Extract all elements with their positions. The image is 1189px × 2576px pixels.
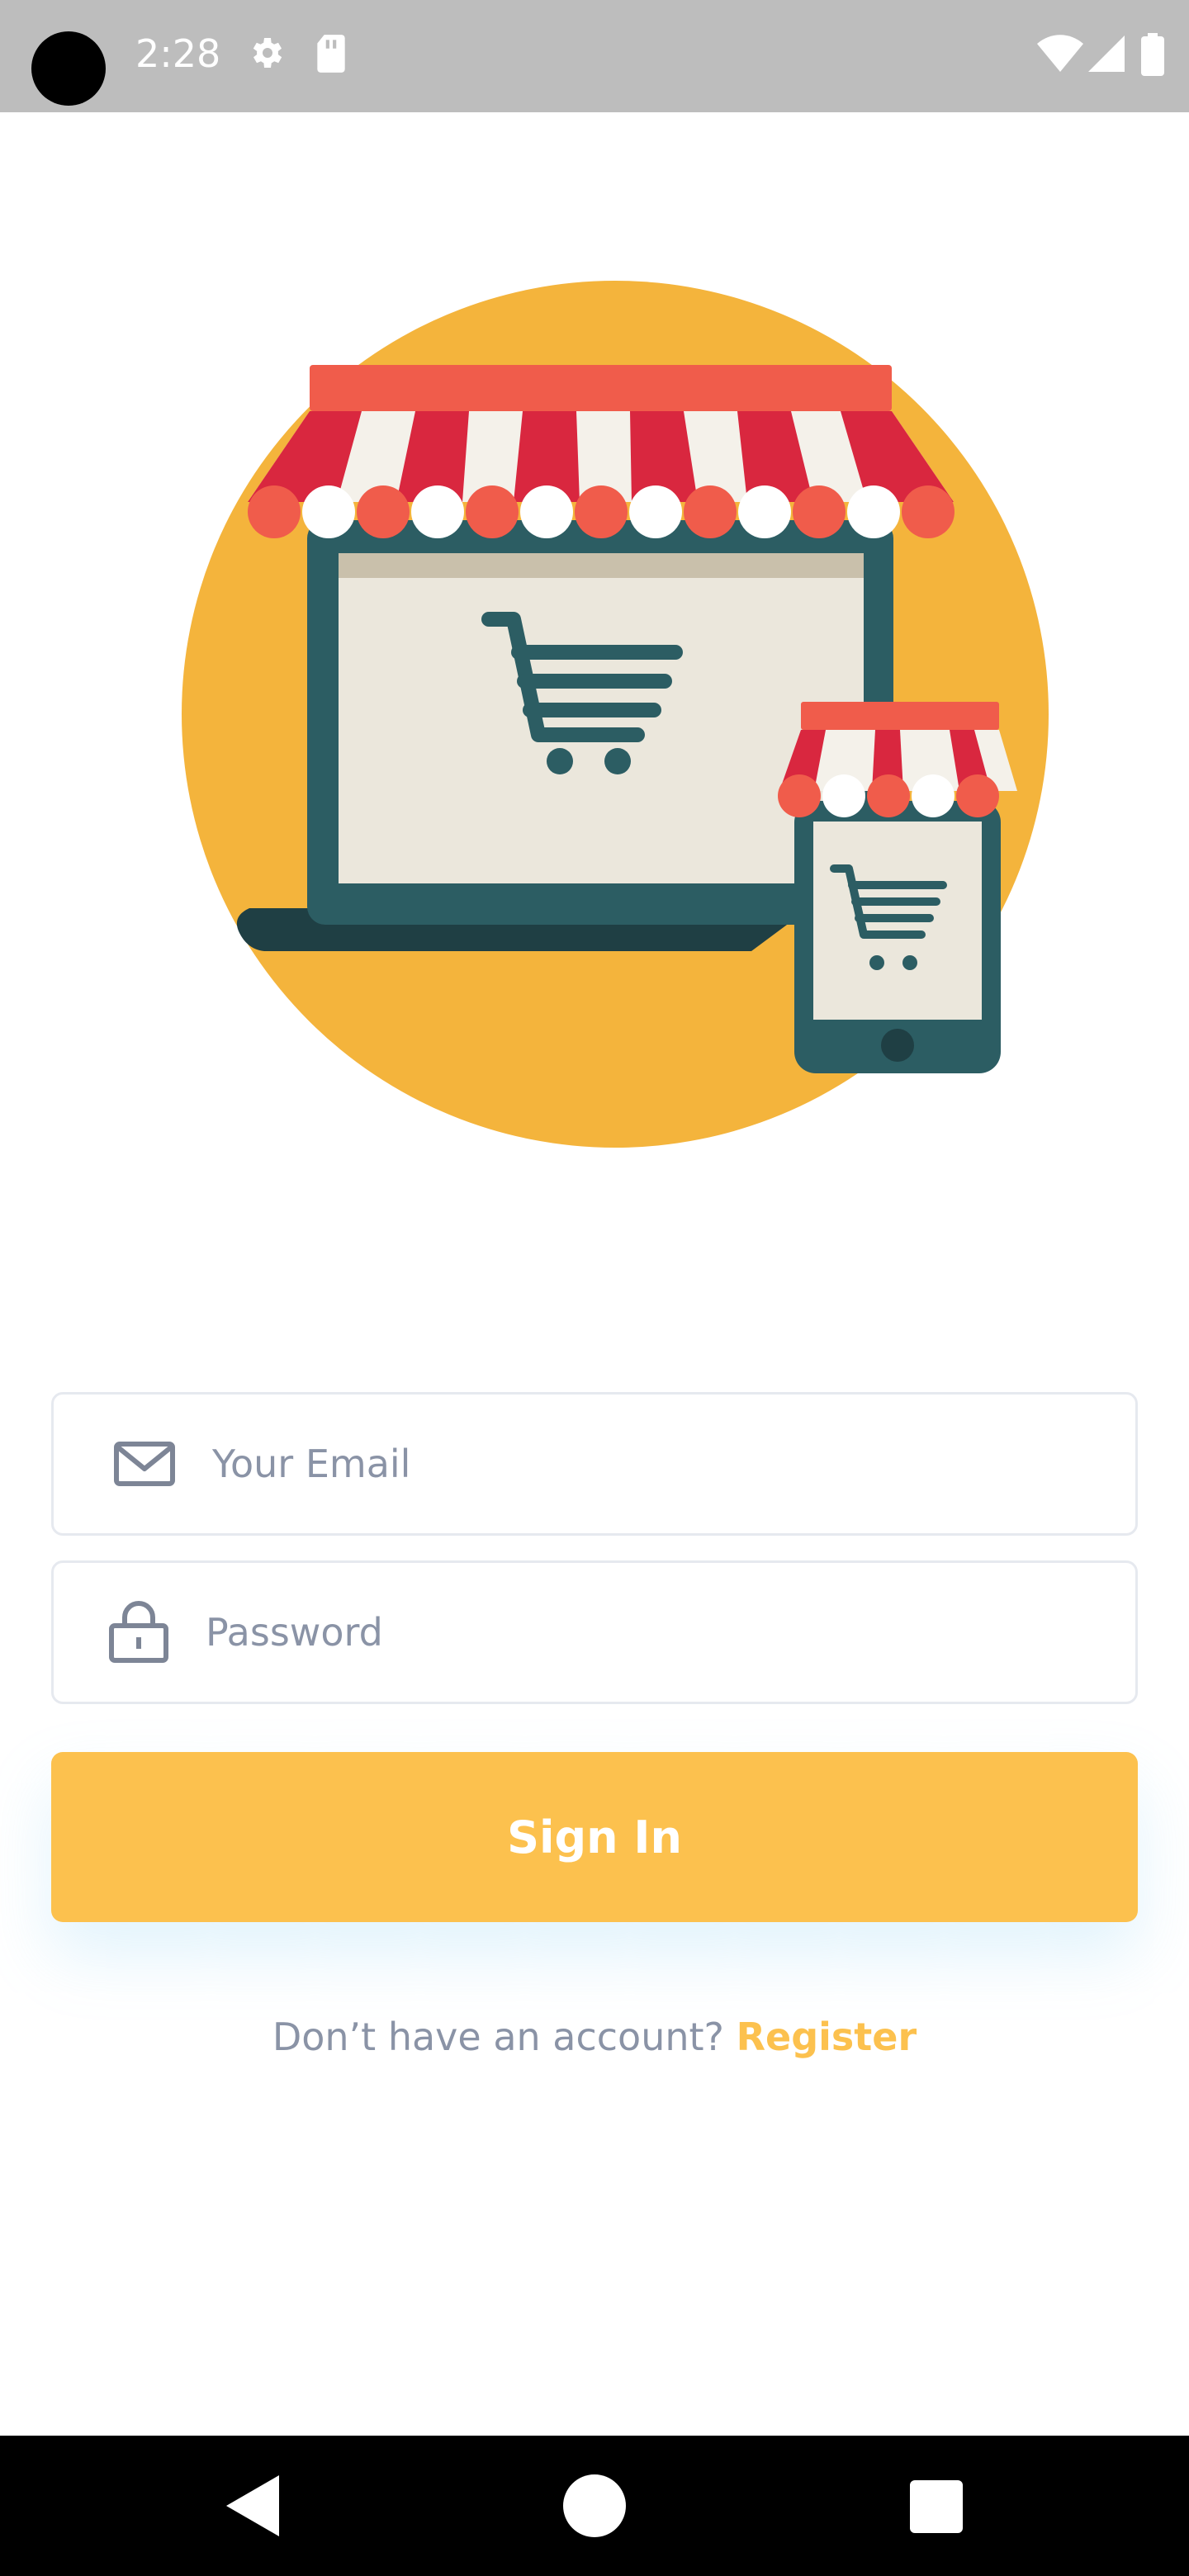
password-field[interactable]: [51, 1560, 1138, 1704]
back-icon[interactable]: [220, 2469, 286, 2546]
register-prompt-text: Don’t have an account?: [272, 2015, 724, 2059]
sd-card-icon: [314, 33, 348, 78]
register-prompt: Don’t have an account? Register: [0, 2015, 1189, 2059]
online-shop-illustration-icon: [182, 281, 1049, 1148]
register-link[interactable]: Register: [737, 2015, 917, 2059]
home-icon[interactable]: [561, 2469, 628, 2546]
camera-cutout: [31, 31, 106, 106]
recents-icon[interactable]: [903, 2469, 969, 2546]
status-bar: 2:28: [0, 0, 1189, 112]
navigation-bar: [0, 2436, 1189, 2576]
wifi-icon: [1037, 33, 1083, 78]
mail-icon: [113, 1439, 176, 1492]
email-field[interactable]: [51, 1392, 1138, 1536]
battery-icon: [1141, 33, 1164, 79]
email-input[interactable]: [212, 1395, 1111, 1533]
sign-in-button[interactable]: Sign In: [51, 1752, 1138, 1922]
status-time: 2:28: [135, 31, 221, 76]
lock-icon: [108, 1601, 169, 1667]
password-input[interactable]: [206, 1563, 1111, 1702]
signal-icon: [1087, 33, 1126, 78]
online-shop-illustration: [173, 272, 1057, 1156]
gear-icon: [246, 33, 286, 76]
